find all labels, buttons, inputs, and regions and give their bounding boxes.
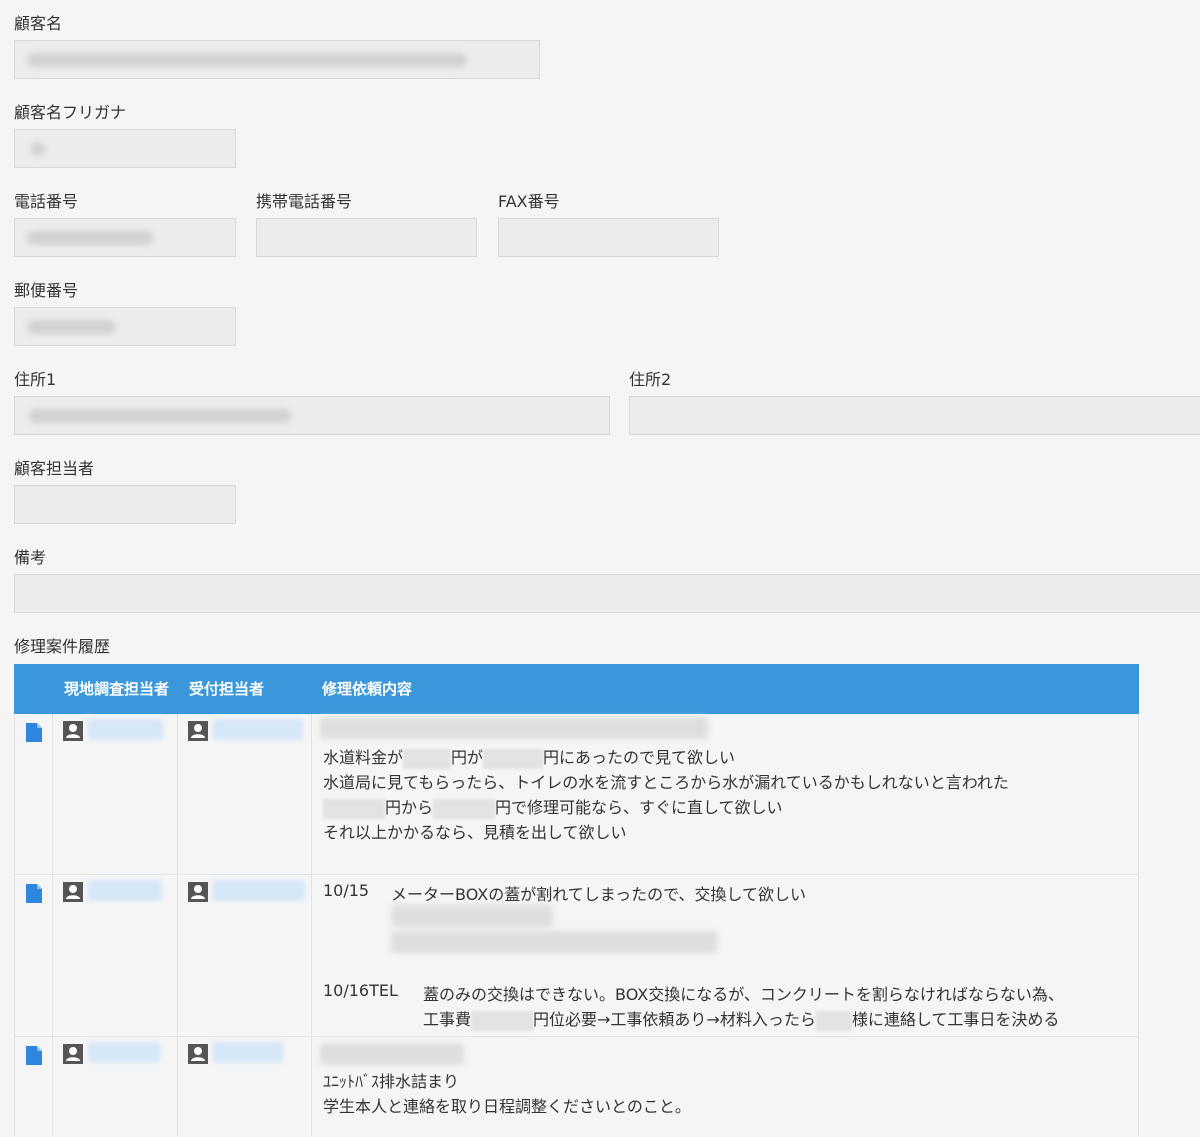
receptionist-name-link[interactable]: [213, 1042, 283, 1063]
mobile-label: 携帯電話番号: [256, 192, 353, 211]
user-icon: [63, 882, 83, 902]
request-line: 水道局に見てもらったら、トイレの水を流すところから水が漏れているかもしれないと言…: [323, 773, 1009, 792]
request-date: 10/15: [323, 881, 370, 900]
user-icon: [63, 721, 83, 741]
customer-name-label: 顧客名: [14, 14, 63, 33]
request-line: ﾕﾆｯﾄﾊﾞｽ排水詰まり: [323, 1072, 460, 1091]
contact-label: 顧客担当者: [14, 459, 95, 478]
request-line: 学生本人と連絡を取り日程調整くださいとのこと。: [323, 1097, 691, 1116]
surveyor-name-link[interactable]: [88, 1042, 160, 1063]
contact-field[interactable]: [14, 485, 236, 524]
user-icon: [188, 1044, 208, 1064]
postal-field[interactable]: [14, 307, 236, 346]
request-line: メーターBOXの蓋が割れてしまったので、交換して欲しい: [391, 885, 806, 904]
address2-field[interactable]: [629, 396, 1200, 435]
fax-field[interactable]: [498, 218, 719, 257]
phone-field[interactable]: [14, 218, 236, 257]
table-row: 水道料金が 円が 円にあったので見て欲しい 水道局に見てもらったら、トイレの水を流す…: [14, 714, 1139, 875]
request-line: 蓋のみの交換はできない。BOX交換になるが、コンクリートを割らなければならない為…: [423, 985, 1064, 1004]
notes-field[interactable]: [14, 574, 1200, 613]
fax-label: FAX番号: [498, 192, 560, 211]
table-row: 10/15 メーターBOXの蓋が割れてしまったので、交換して欲しい 10/16T…: [14, 875, 1139, 1037]
phone-label: 電話番号: [14, 192, 79, 211]
surveyor-name-link[interactable]: [88, 719, 163, 740]
header-receptionist: 受付担当者: [189, 680, 265, 698]
receptionist-name-link[interactable]: [213, 880, 305, 901]
customer-kana-label: 顧客名フリガナ: [14, 103, 127, 122]
receptionist-name-link[interactable]: [213, 719, 303, 740]
table-header: 現地調査担当者 受付担当者 修理依頼内容: [14, 664, 1139, 714]
header-surveyor: 現地調査担当者: [64, 680, 170, 698]
request-line: 工事費 円位必要→工事依頼あり→材料入ったら 様に連絡して工事日を決める: [423, 1010, 1060, 1031]
postal-label: 郵便番号: [14, 281, 79, 300]
mobile-field[interactable]: [256, 218, 477, 257]
surveyor-name-link[interactable]: [88, 880, 162, 901]
table-row: ﾕﾆｯﾄﾊﾞｽ排水詰まり 学生本人と連絡を取り日程調整くださいとのこと。: [14, 1037, 1139, 1137]
header-request-content: 修理依頼内容: [322, 680, 413, 698]
request-line: それ以上かかるなら、見積を出して欲しい: [323, 823, 627, 842]
request-line: 水道料金が 円が 円にあったので見て欲しい: [323, 748, 736, 769]
request-date: 10/16TEL: [323, 981, 398, 1000]
history-section-label: 修理案件履歴: [14, 637, 111, 656]
document-icon[interactable]: [26, 1046, 42, 1065]
history-table: 現地調査担当者 受付担当者 修理依頼内容 水道料金が 円が 円にあったので見て欲しい…: [14, 664, 1139, 1137]
user-icon: [63, 1044, 83, 1064]
user-icon: [188, 882, 208, 902]
user-icon: [188, 721, 208, 741]
request-line: 円から 円で修理可能なら、すぐに直して欲しい: [323, 794, 783, 819]
customer-kana-field[interactable]: [14, 129, 236, 168]
address1-field[interactable]: [14, 396, 610, 435]
address1-label: 住所1: [14, 370, 57, 389]
notes-label: 備考: [14, 548, 47, 567]
customer-name-field[interactable]: [14, 40, 540, 79]
document-icon[interactable]: [26, 723, 42, 742]
document-icon[interactable]: [26, 884, 42, 903]
address2-label: 住所2: [629, 370, 672, 389]
